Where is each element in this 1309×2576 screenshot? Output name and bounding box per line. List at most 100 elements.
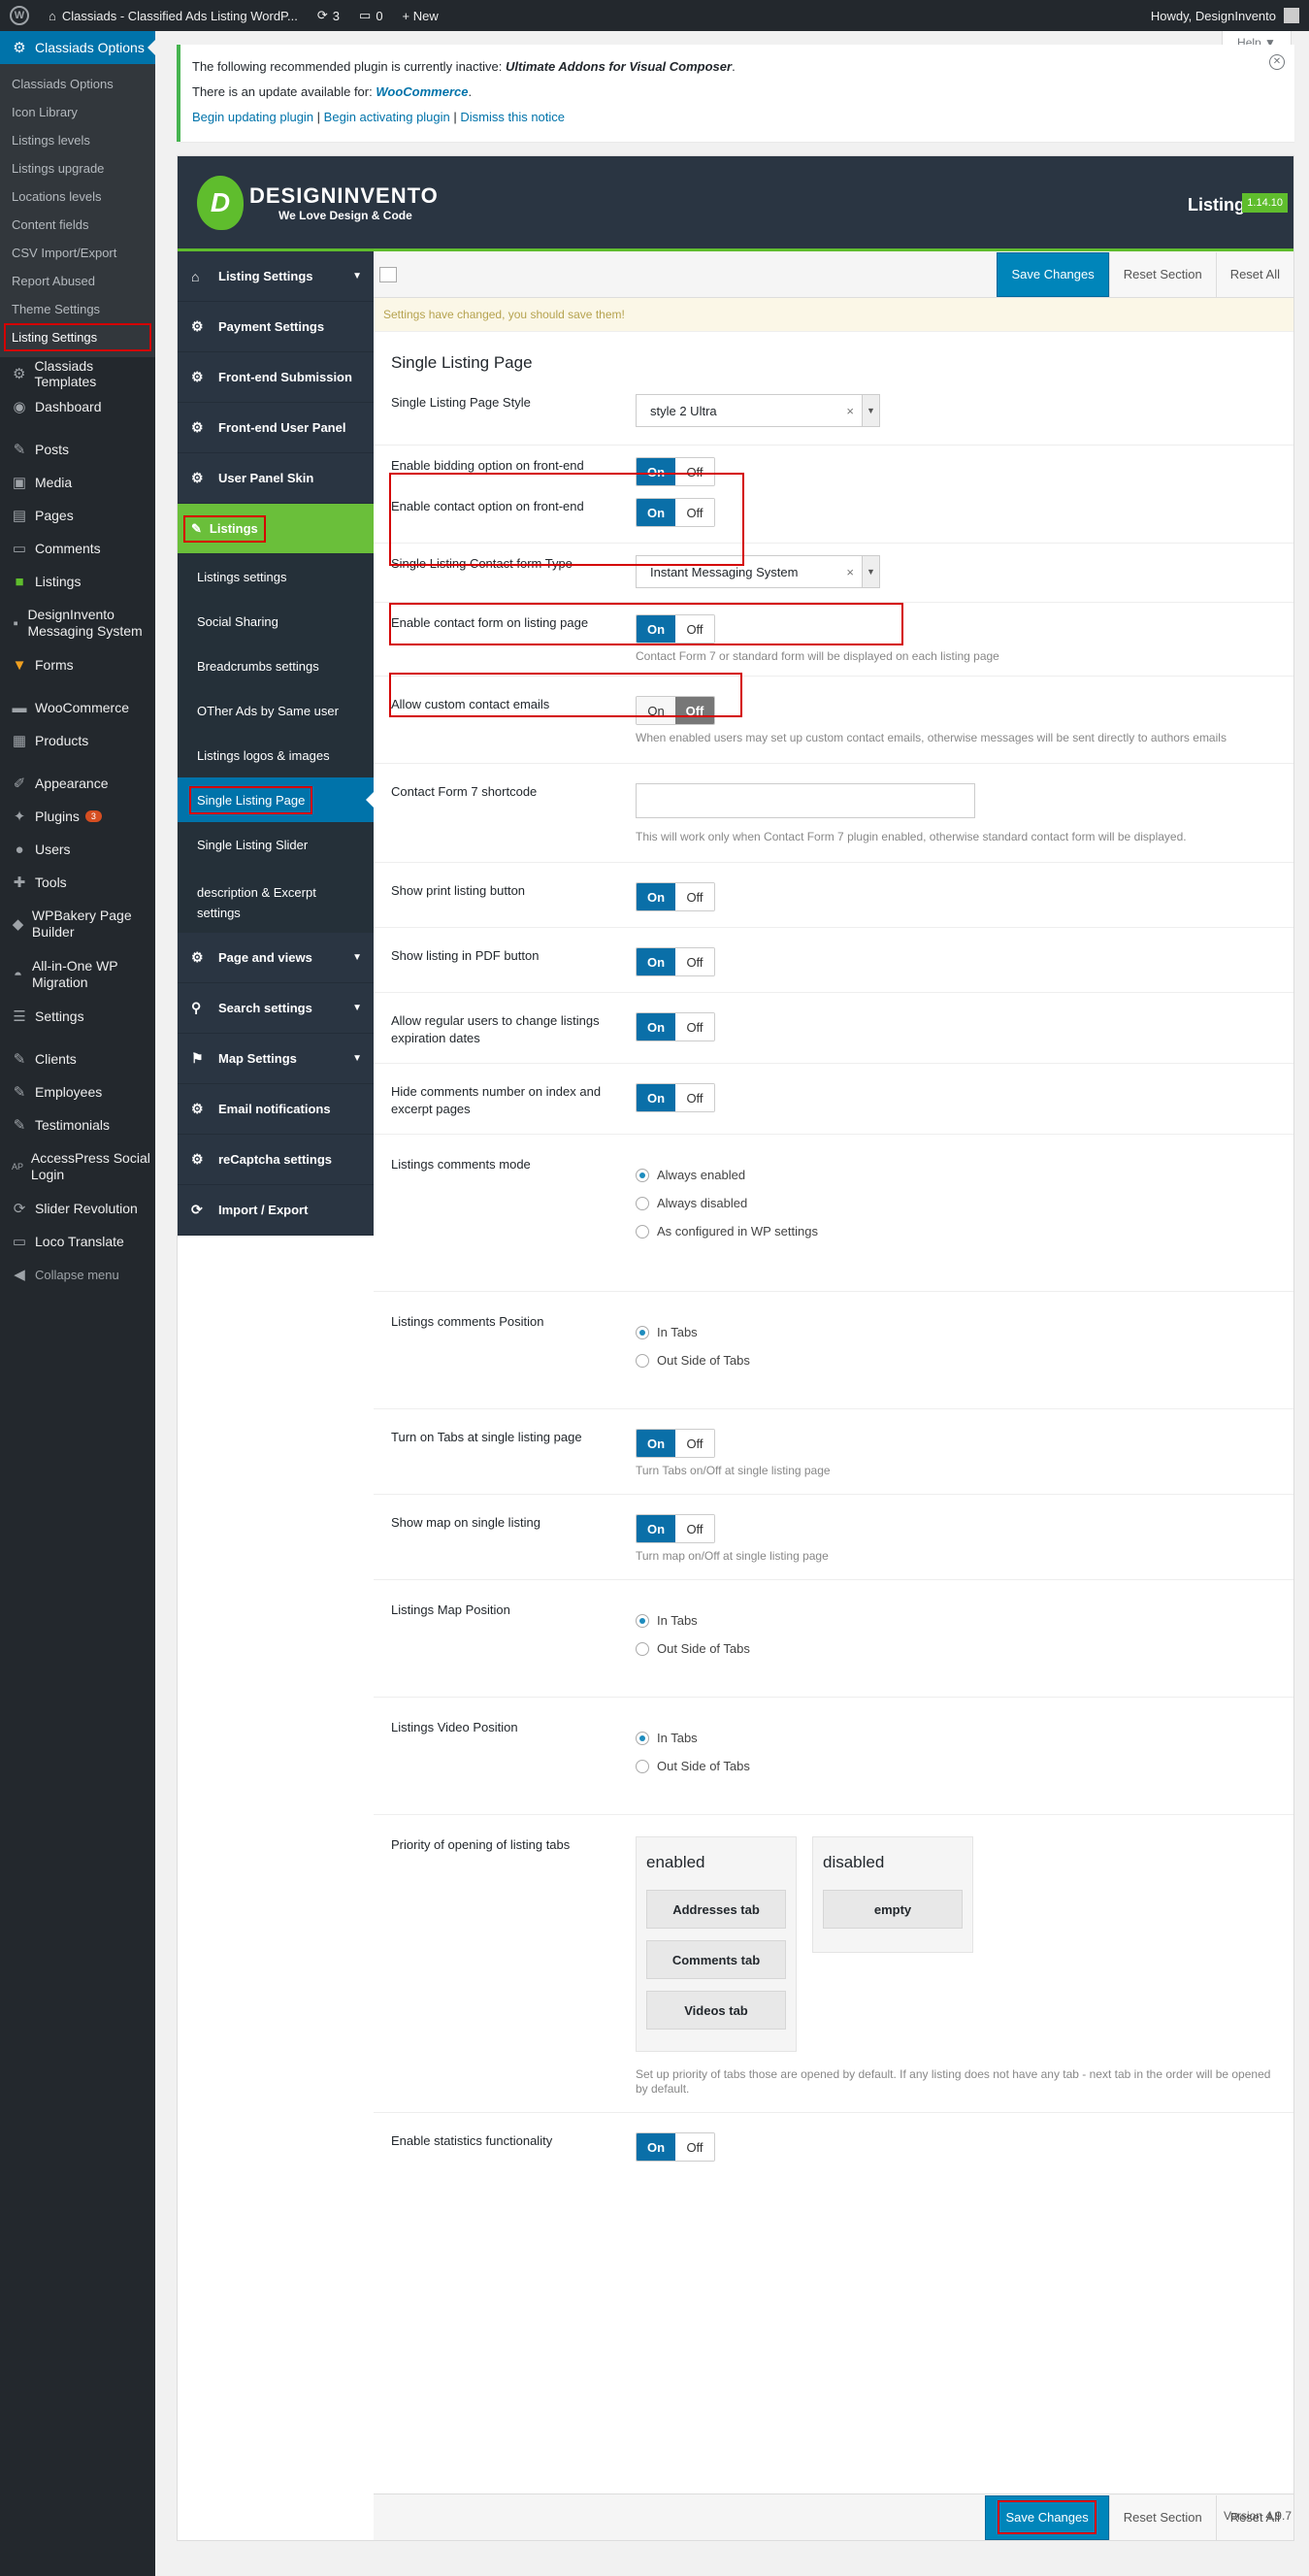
nav-page-and-views[interactable]: ⚙ Page and views ▼ (178, 933, 374, 983)
menu-appearance[interactable]: ✐ Appearance (0, 767, 155, 800)
nav-map-settings[interactable]: ⚑ Map Settings ▼ (178, 1034, 374, 1084)
nav-email-notifications[interactable]: ⚙ Email notifications (178, 1084, 374, 1135)
subnav-item[interactable]: Breadcrumbs settings (178, 644, 374, 688)
menu-woocommerce[interactable]: ▬ WooCommerce (0, 691, 155, 724)
save-changes-button-bottom[interactable]: Save Changes (985, 2494, 1109, 2540)
reset-section-button[interactable]: Reset Section (1108, 251, 1216, 297)
menu-classiads-options[interactable]: ⚙ Classiads Options (0, 31, 155, 64)
menu-media[interactable]: ▣ Media (0, 466, 155, 499)
tab-item-videos[interactable]: Videos tab (646, 1991, 786, 2030)
contact-form-toggle[interactable]: On Off (636, 614, 715, 644)
menu-products[interactable]: ▦ Products (0, 724, 155, 757)
radio-comments-in-tabs[interactable]: In Tabs (636, 1325, 1276, 1339)
menu-forms[interactable]: ▼ Forms (0, 648, 155, 681)
nav-search-settings[interactable]: ⚲ Search settings ▼ (178, 983, 374, 1034)
submenu-item[interactable]: Content fields (0, 211, 155, 239)
contact-type-select[interactable]: Instant Messaging System × ▼ (636, 555, 880, 588)
custom-emails-toggle[interactable]: On Off (636, 696, 715, 725)
subnav-item[interactable]: Social Sharing (178, 599, 374, 644)
nav-user-panel-skin[interactable]: ⚙ User Panel Skin (178, 453, 374, 504)
submenu-item[interactable]: Listings upgrade (0, 154, 155, 182)
menu-clients[interactable]: ✎ Clients (0, 1042, 155, 1075)
menu-dashboard[interactable]: ◉ Dashboard (0, 390, 155, 423)
radio-video-in-tabs[interactable]: In Tabs (636, 1731, 1276, 1745)
new-content-link[interactable]: + New (393, 0, 448, 31)
subnav-item[interactable]: OTher Ads by Same user (178, 688, 374, 733)
subnav-item[interactable]: description & Excerpt (178, 867, 374, 900)
menu-testimonials[interactable]: ✎ Testimonials (0, 1108, 155, 1141)
nav-import-export[interactable]: ⟳ Import / Export (178, 1185, 374, 1236)
statistics-toggle[interactable]: On Off (636, 2132, 715, 2162)
nav-listing-settings[interactable]: ⌂ Listing Settings ▼ (178, 251, 374, 302)
tab-item-addresses[interactable]: Addresses tab (646, 1890, 786, 1929)
collapse-menu-button[interactable]: ◀ Collapse menu (0, 1258, 155, 1291)
updates-link[interactable]: ⟳ 3 (308, 0, 349, 31)
begin-updating-link[interactable]: Begin updating plugin (192, 110, 313, 124)
menu-classiads-templates[interactable]: ⚙ Classiads Templates (0, 357, 155, 390)
menu-plugins[interactable]: ✦ Plugins 3 (0, 800, 155, 833)
submenu-item[interactable]: CSV Import/Export (0, 239, 155, 267)
menu-wpbakery[interactable]: ◆ WPBakery Page Builder (0, 899, 155, 949)
save-changes-button[interactable]: Save Changes (997, 251, 1109, 297)
expiration-toggle[interactable]: On Off (636, 1012, 715, 1041)
radio-map-in-tabs[interactable]: In Tabs (636, 1613, 1276, 1628)
radio-always-enabled[interactable]: Always enabled (636, 1168, 1276, 1182)
cf7-shortcode-input[interactable] (636, 783, 975, 818)
nav-frontend-submission[interactable]: ⚙ Front-end Submission (178, 352, 374, 403)
contact-option-toggle[interactable]: On Off (636, 498, 715, 527)
subnav-item[interactable]: Listings logos & images (178, 733, 374, 777)
menu-accesspress-login[interactable]: AP AccessPress Social Login (0, 1141, 155, 1192)
woocommerce-link[interactable]: WooCommerce (376, 84, 468, 99)
comments-link[interactable]: ▭ 0 (349, 0, 393, 31)
menu-tools[interactable]: ✚ Tools (0, 866, 155, 899)
reset-section-button-bottom[interactable]: Reset Section (1108, 2494, 1216, 2540)
subnav-item[interactable]: settings (178, 900, 374, 933)
dismiss-icon[interactable]: ✕ (1269, 54, 1285, 70)
radio-comments-out-tabs[interactable]: Out Side of Tabs (636, 1353, 1276, 1368)
show-map-toggle[interactable]: On Off (636, 1514, 715, 1543)
menu-slider-revolution[interactable]: ⟳ Slider Revolution (0, 1192, 155, 1225)
tab-item-comments[interactable]: Comments tab (646, 1940, 786, 1979)
subnav-item[interactable]: Listings settings (178, 554, 374, 599)
menu-employees[interactable]: ✎ Employees (0, 1075, 155, 1108)
menu-settings[interactable]: ☰ Settings (0, 1000, 155, 1033)
reset-all-button[interactable]: Reset All (1215, 251, 1293, 297)
submenu-item-listing-settings[interactable]: Listing Settings (4, 323, 151, 351)
submenu-item[interactable]: Theme Settings (0, 295, 155, 323)
dismiss-notice-link[interactable]: Dismiss this notice (460, 110, 565, 124)
submenu-item[interactable]: Listings levels (0, 126, 155, 154)
menu-comments[interactable]: ▭ Comments (0, 532, 155, 565)
bidding-toggle[interactable]: On Off (636, 457, 715, 486)
nav-payment-settings[interactable]: ⚙ Payment Settings (178, 302, 374, 352)
menu-pages[interactable]: ▤ Pages (0, 499, 155, 532)
expand-options-icon[interactable] (379, 267, 397, 282)
menu-posts[interactable]: ✎ Posts (0, 433, 155, 466)
menu-loco-translate[interactable]: ▭ Loco Translate (0, 1225, 155, 1258)
nav-frontend-user-panel[interactable]: ⚙ Front-end User Panel (178, 403, 374, 453)
tab-item-empty[interactable]: empty (823, 1890, 963, 1929)
radio-always-disabled[interactable]: Always disabled (636, 1196, 1276, 1210)
page-style-select[interactable]: style 2 Ultra × ▼ (636, 394, 880, 427)
submenu-item[interactable]: Icon Library (0, 98, 155, 126)
radio-video-out-tabs[interactable]: Out Side of Tabs (636, 1759, 1276, 1773)
menu-messaging-system[interactable]: ▪ DesignInvento Messaging System (0, 598, 155, 648)
submenu-item[interactable]: Classiads Options (0, 70, 155, 98)
print-button-toggle[interactable]: On Off (636, 882, 715, 911)
begin-activating-link[interactable]: Begin activating plugin (324, 110, 450, 124)
nav-listings[interactable]: ✎ Listings (178, 504, 374, 554)
hide-comments-toggle[interactable]: On Off (636, 1083, 715, 1112)
nav-recaptcha-settings[interactable]: ⚙ reCaptcha settings (178, 1135, 374, 1185)
subnav-item[interactable]: Single Listing Slider (178, 822, 374, 867)
pdf-button-toggle[interactable]: On Off (636, 947, 715, 976)
my-account[interactable]: Howdy, DesignInvento (1141, 0, 1309, 31)
radio-map-out-tabs[interactable]: Out Side of Tabs (636, 1641, 1276, 1656)
submenu-item[interactable]: Report Abused (0, 267, 155, 295)
wp-logo-menu[interactable]: W (0, 0, 39, 31)
tabs-on-toggle[interactable]: On Off (636, 1429, 715, 1458)
subnav-item-single-listing-page[interactable]: Single Listing Page (178, 777, 374, 822)
site-name-link[interactable]: ⌂ Classiads - Classified Ads Listing Word… (39, 0, 308, 31)
submenu-item[interactable]: Locations levels (0, 182, 155, 211)
menu-users[interactable]: ● Users (0, 833, 155, 866)
radio-as-configured[interactable]: As configured in WP settings (636, 1224, 1276, 1238)
menu-listings[interactable]: ■ Listings (0, 565, 155, 598)
